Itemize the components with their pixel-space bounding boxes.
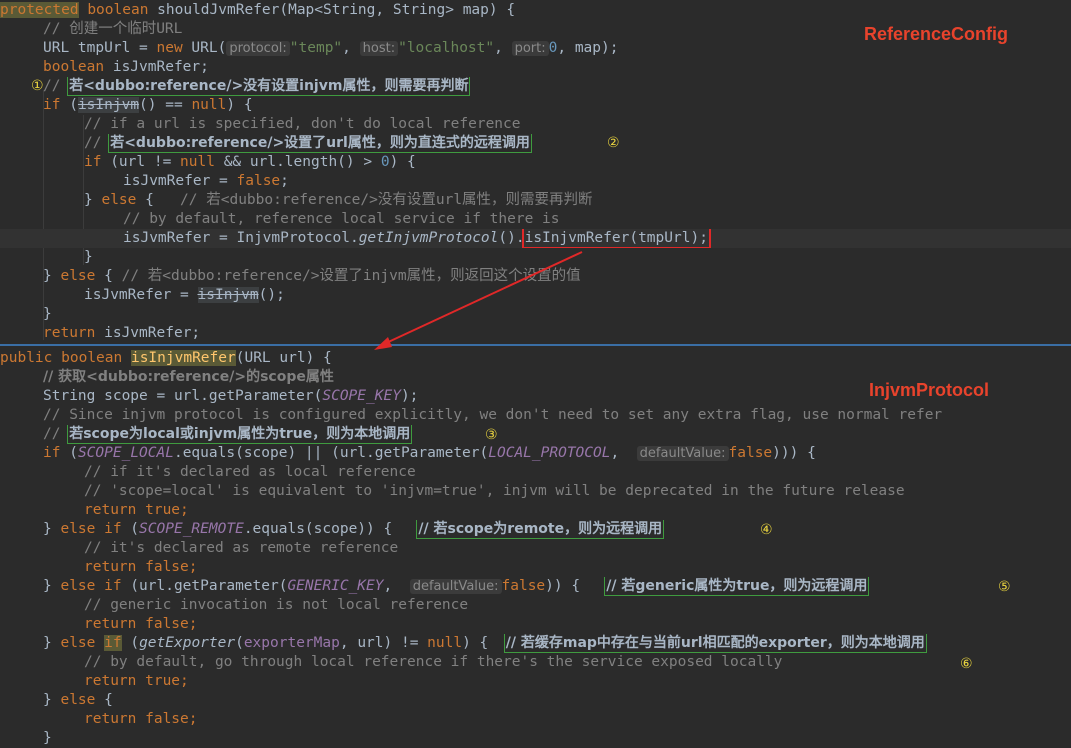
arrow-annotation bbox=[374, 251, 583, 350]
code-editor[interactable]: protected boolean shouldJvmRefer(Map<Str… bbox=[0, 0, 1071, 746]
